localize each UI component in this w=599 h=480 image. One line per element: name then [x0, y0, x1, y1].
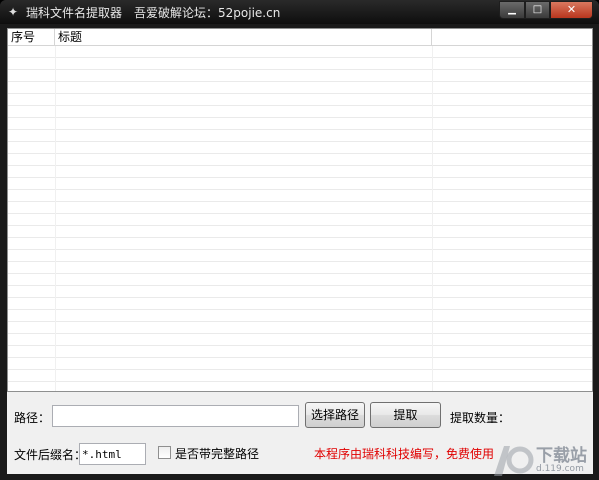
client-area: 序号 标题 路径： 选择路径 提取 提取数量： 文件后缀名： 是否带完整路径 本…: [7, 28, 593, 474]
footer-note: 本程序由瑞科科技编写，免费使用: [314, 447, 495, 461]
full-path-checkbox-label[interactable]: 是否带完整路径: [175, 445, 259, 462]
app-window: ✦ 瑞科文件名提取器 吾爱破解论坛：52pojie.cn ▁ □ ✕ 序号 标题 …: [0, 0, 599, 480]
title-bar[interactable]: ✦ 瑞科文件名提取器 吾爱破解论坛：52pojie.cn ▁ □ ✕: [0, 0, 599, 24]
caption-buttons: ▁ □ ✕: [499, 1, 593, 19]
list-rows[interactable]: [8, 46, 592, 391]
extract-button[interactable]: 提取: [370, 402, 441, 428]
watermark-text: 下载站: [536, 446, 587, 466]
path-label: 路径：: [14, 411, 51, 425]
window-title-name: 瑞科文件名提取器: [26, 6, 123, 20]
column-divider: [55, 46, 56, 391]
watermark-logo: 下载站 d.119.com: [490, 440, 595, 480]
watermark-site: d.119.com: [536, 464, 584, 474]
path-input[interactable]: [52, 405, 299, 427]
column-header-extra[interactable]: [432, 29, 592, 45]
maximize-icon: □: [532, 4, 543, 15]
list-header: 序号 标题: [8, 29, 592, 46]
extension-input[interactable]: [79, 443, 146, 465]
window-title: 瑞科文件名提取器 吾爱破解论坛：52pojie.cn: [26, 4, 280, 21]
minimize-icon: ▁: [508, 4, 516, 15]
extension-label: 文件后缀名：: [14, 448, 87, 462]
maximize-button[interactable]: □: [525, 1, 550, 19]
minimize-button[interactable]: ▁: [499, 1, 525, 19]
app-icon: ✦: [7, 5, 19, 19]
column-divider: [432, 46, 433, 391]
result-listview[interactable]: 序号 标题: [7, 28, 593, 392]
choose-path-button[interactable]: 选择路径: [305, 402, 365, 428]
full-path-checkbox[interactable]: [158, 446, 171, 459]
close-button[interactable]: ✕: [550, 1, 593, 19]
column-header-index[interactable]: 序号: [8, 29, 55, 45]
close-icon: ✕: [566, 3, 577, 16]
column-header-title[interactable]: 标题: [55, 29, 432, 45]
window-title-forum: 吾爱破解论坛：52pojie.cn: [134, 6, 281, 20]
extract-count-label: 提取数量：: [450, 411, 511, 425]
